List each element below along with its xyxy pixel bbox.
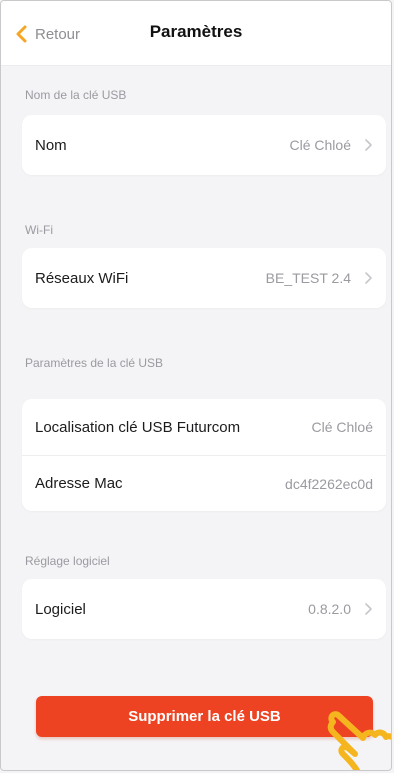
section-label-wifi: Wi-Fi	[25, 223, 53, 237]
app-frame: Retour Paramètres Nom de la clé USB Nom …	[0, 0, 392, 771]
page-title: Paramètres	[149, 22, 243, 41]
wifi-row-label: Réseaux WiFi	[35, 269, 129, 287]
name-row[interactable]: Nom Clé Chloé	[22, 115, 386, 175]
name-row-value: Clé Chloé	[289, 137, 351, 153]
section-label-software: Réglage logiciel	[25, 554, 110, 568]
chevron-right-icon	[365, 272, 372, 284]
software-row-label: Logiciel	[35, 600, 86, 618]
mac-row-label: Adresse Mac	[35, 475, 123, 492]
wifi-row-value: BE_TEST 2.4	[265, 270, 351, 286]
section-label-name: Nom de la clé USB	[25, 88, 127, 102]
software-card: Logiciel 0.8.2.0	[22, 579, 386, 639]
top-bar: Retour Paramètres	[1, 1, 391, 66]
software-row[interactable]: Logiciel 0.8.2.0	[22, 579, 386, 639]
location-row: Localisation clé USB Futurcom Clé Chloé	[22, 399, 386, 455]
mac-row-value: dc4f2262ec0d	[285, 475, 373, 492]
section-label-usb: Paramètres de la clé USB	[25, 356, 164, 370]
name-row-label: Nom	[35, 136, 67, 154]
pointing-hand-icon	[327, 711, 391, 770]
wifi-row[interactable]: Réseaux WiFi BE_TEST 2.4	[22, 248, 386, 308]
name-card: Nom Clé Chloé	[22, 115, 386, 175]
location-row-label: Localisation clé USB Futurcom	[35, 418, 241, 436]
wifi-card: Réseaux WiFi BE_TEST 2.4	[22, 248, 386, 308]
chevron-right-icon	[365, 139, 372, 151]
usb-card: Localisation clé USB Futurcom Clé Chloé …	[22, 399, 386, 511]
mac-row: Adresse Mac dc4f2262ec0d	[22, 455, 386, 511]
location-row-value: Clé Chloé	[311, 419, 373, 435]
chevron-right-icon	[365, 603, 372, 615]
software-row-value: 0.8.2.0	[308, 601, 351, 617]
